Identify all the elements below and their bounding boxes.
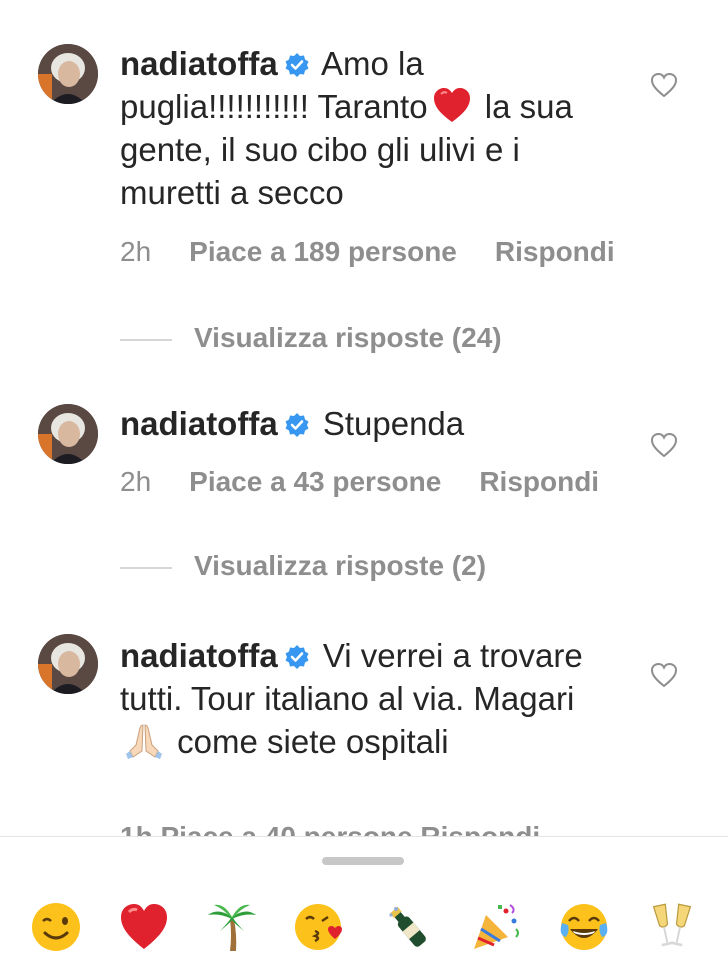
username[interactable]: nadiatoffa <box>120 405 278 442</box>
comment-text: nadiatoffa Vi verrei a trovare tutti. To… <box>120 634 590 763</box>
drag-handle[interactable] <box>322 857 404 865</box>
champagne-bottle-icon[interactable] <box>382 901 434 953</box>
view-replies-button[interactable]: Visualizza risposte (24) <box>120 322 502 354</box>
like-heart-icon[interactable] <box>650 432 678 458</box>
view-replies-button[interactable]: Visualizza risposte (2) <box>120 550 486 582</box>
party-popper-icon[interactable] <box>470 901 522 953</box>
clinking-glasses-icon[interactable] <box>646 901 698 953</box>
emoji-quick-bar <box>0 836 728 961</box>
red-heart-icon[interactable] <box>118 901 170 953</box>
view-replies-label: Visualizza risposte (24) <box>194 322 502 353</box>
palm-tree-icon[interactable] <box>206 901 258 953</box>
comment-body-continued: come siete ospitali <box>168 723 449 760</box>
comment-time: 2h <box>120 236 152 267</box>
username[interactable]: nadiatoffa <box>120 45 278 82</box>
verified-badge-icon <box>285 413 309 437</box>
avatar-photo-icon <box>38 634 98 694</box>
avatar-photo-icon <box>38 404 98 464</box>
avatar[interactable] <box>38 634 98 694</box>
reply-button[interactable]: Rispondi <box>495 236 615 267</box>
like-heart-icon[interactable] <box>650 662 678 688</box>
comment-body: Stupenda <box>313 405 465 442</box>
replies-divider <box>120 566 172 569</box>
verified-badge-icon <box>285 645 309 669</box>
reply-button[interactable]: Rispondi <box>479 466 599 497</box>
likes-count[interactable]: Piace a 43 persone <box>189 466 441 497</box>
comment-meta: 2h Piace a 189 persone Rispondi <box>120 236 653 268</box>
username[interactable]: nadiatoffa <box>120 637 278 674</box>
comment-text: nadiatoffa Stupenda <box>120 402 620 445</box>
comment-text: nadiatoffa Amo la puglia!!!!!!!!!!! Tara… <box>120 42 620 214</box>
face-blowing-kiss-icon[interactable] <box>294 901 346 953</box>
red-heart-icon <box>433 88 470 122</box>
comment-meta-cut-off: 1h Piace a 40 persone Rispondi <box>120 820 540 836</box>
avatar-photo-icon <box>38 44 98 104</box>
comment-time: 2h <box>120 466 152 497</box>
replies-divider <box>120 338 172 341</box>
comment-meta: 2h Piace a 43 persone Rispondi <box>120 466 637 498</box>
verified-badge-icon <box>285 53 309 77</box>
avatar[interactable] <box>38 44 98 104</box>
face-with-tears-of-joy-icon[interactable] <box>558 901 610 953</box>
view-replies-label: Visualizza risposte (2) <box>194 550 487 581</box>
winking-face-icon[interactable] <box>30 901 82 953</box>
folded-hands-icon <box>126 724 162 759</box>
avatar[interactable] <box>38 404 98 464</box>
likes-count[interactable]: Piace a 189 persone <box>189 236 457 267</box>
like-heart-icon[interactable] <box>650 72 678 98</box>
